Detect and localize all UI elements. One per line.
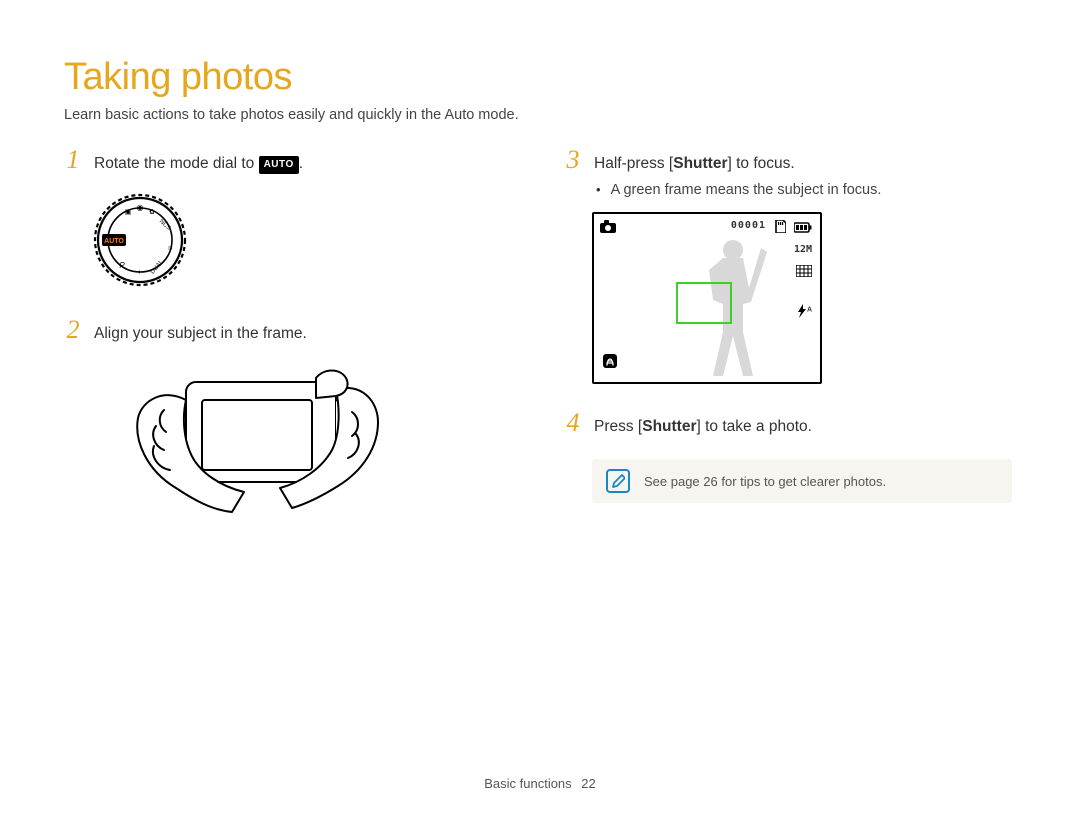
- bullet-icon: •: [596, 182, 601, 197]
- step-text-part: Rotate the mode dial to: [94, 155, 259, 172]
- bullet-text: A green frame means the subject in focus…: [611, 182, 882, 198]
- svg-text:☺: ☺: [166, 245, 173, 252]
- step-text-part: ] to focus.: [728, 155, 795, 172]
- step-text-part: Half-press [: [594, 155, 673, 172]
- note-icon: [606, 469, 630, 493]
- lcd-preview-illustration: 00001 12M A: [592, 212, 1016, 384]
- step-text-part: .: [299, 155, 303, 172]
- lcd-screen: 00001 12M A: [592, 212, 822, 384]
- resolution-indicator: 12M: [794, 244, 812, 255]
- step-1: 1 Rotate the mode dial to AUTO.: [64, 145, 516, 176]
- battery-icon: [794, 220, 812, 238]
- step-text-part: ] to take a photo.: [696, 418, 811, 435]
- memory-card-icon: [774, 220, 786, 238]
- intro-text: Learn basic actions to take photos easil…: [64, 107, 1016, 123]
- camera-hands-icon: [124, 360, 384, 530]
- step-3: 3 Half-press [Shutter] to focus.: [564, 145, 1016, 176]
- shutter-label: Shutter: [642, 418, 696, 435]
- hands-holding-camera-illustration: [124, 360, 516, 535]
- step-2: 2 Align your subject in the frame.: [64, 315, 516, 346]
- focus-frame: [676, 282, 732, 324]
- footer-section: Basic functions: [484, 776, 571, 791]
- flash-auto-icon: A: [797, 304, 812, 319]
- step-number: 1: [64, 145, 82, 175]
- mode-dial-illustration: AUTO ◉ ▣ ✿ NCS ☺ DUAL ◐ P: [92, 192, 516, 293]
- mode-dial-icon: AUTO ◉ ▣ ✿ NCS ☺ DUAL ◐ P: [92, 192, 188, 288]
- right-column: 3 Half-press [Shutter] to focus. • A gre…: [564, 145, 1016, 535]
- step-4: 4 Press [Shutter] to take a photo.: [564, 408, 1016, 439]
- tip-text: See page 26 for tips to get clearer phot…: [644, 474, 886, 489]
- tip-callout: See page 26 for tips to get clearer phot…: [592, 459, 1012, 503]
- svg-text:◉: ◉: [137, 203, 144, 212]
- page-title: Taking photos: [64, 56, 1016, 99]
- shot-counter: 00001: [731, 220, 766, 231]
- svg-text:◐: ◐: [138, 269, 142, 276]
- footer-page-number: 22: [581, 776, 595, 791]
- page-footer: Basic functions 22: [0, 776, 1080, 791]
- image-stabilization-icon: [602, 353, 618, 374]
- step-text: Half-press [Shutter] to focus.: [594, 152, 795, 176]
- step-3-bullet: • A green frame means the subject in foc…: [596, 182, 1016, 198]
- quality-icon: [796, 264, 812, 282]
- step-text: Press [Shutter] to take a photo.: [594, 415, 812, 439]
- left-column: 1 Rotate the mode dial to AUTO.: [64, 145, 516, 535]
- svg-text:P: P: [119, 261, 125, 270]
- step-text: Align your subject in the frame.: [94, 322, 307, 346]
- svg-text:✿: ✿: [149, 209, 155, 216]
- content-columns: 1 Rotate the mode dial to AUTO.: [64, 145, 1016, 535]
- step-text-part: Press [: [594, 418, 642, 435]
- svg-text:▣: ▣: [125, 209, 132, 216]
- step-number: 2: [64, 315, 82, 345]
- shutter-label: Shutter: [673, 155, 727, 172]
- step-text: Rotate the mode dial to AUTO.: [94, 152, 303, 176]
- flash-mode-label: A: [807, 306, 812, 313]
- camera-mode-icon: [600, 220, 616, 238]
- resolution-text: 12M: [794, 244, 812, 255]
- manual-page: Taking photos Learn basic actions to tak…: [0, 0, 1080, 815]
- step-number: 4: [564, 408, 582, 438]
- auto-mode-badge: AUTO: [259, 156, 299, 174]
- svg-text:AUTO: AUTO: [104, 238, 124, 245]
- step-number: 3: [564, 145, 582, 175]
